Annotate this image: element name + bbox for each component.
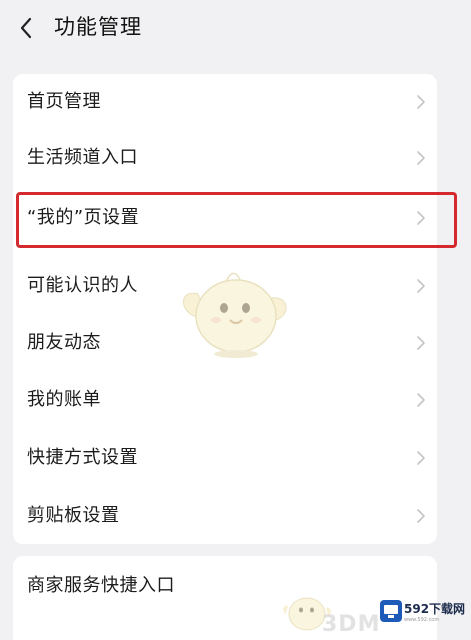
header-bar: 功能管理 bbox=[0, 0, 471, 56]
list-item-label: 快捷方式设置 bbox=[27, 447, 138, 468]
chevron-right-icon bbox=[417, 151, 425, 165]
list-item-my-page-settings[interactable]: “我的”页设置 bbox=[13, 190, 437, 246]
chevron-right-icon bbox=[417, 451, 425, 465]
list-item-my-bills[interactable]: 我的账单 bbox=[13, 372, 437, 428]
list-item-shortcut-settings[interactable]: 快捷方式设置 bbox=[13, 430, 437, 486]
list-item-merchant-service-shortcut[interactable]: 商家服务快捷入口 bbox=[13, 558, 437, 614]
list-item-label: 可能认识的人 bbox=[27, 275, 138, 296]
list-item-clipboard-settings[interactable]: 剪贴板设置 bbox=[13, 488, 437, 544]
chevron-right-icon bbox=[417, 279, 425, 293]
list-item-people-you-may-know[interactable]: 可能认识的人 bbox=[13, 258, 437, 314]
list-item-label: 生活频道入口 bbox=[27, 147, 138, 168]
list-item-label: 剪贴板设置 bbox=[27, 505, 120, 526]
chevron-right-icon bbox=[417, 95, 425, 109]
list-item-life-channel-entry[interactable]: 生活频道入口 bbox=[13, 130, 437, 186]
chevron-right-icon bbox=[417, 393, 425, 407]
list-item-label: 首页管理 bbox=[27, 91, 101, 112]
list-item-label: 我的账单 bbox=[27, 389, 101, 410]
feature-list-card: 首页管理 生活频道入口 “我的”页设置 可能认识的人 朋友动态 我的账单 快捷方… bbox=[13, 74, 437, 544]
list-item-label: “我的”页设置 bbox=[27, 207, 140, 228]
chevron-right-icon bbox=[417, 336, 425, 350]
list-item-label: 商家服务快捷入口 bbox=[27, 575, 175, 596]
chevron-right-icon bbox=[417, 509, 425, 523]
list-item-friend-updates[interactable]: 朋友动态 bbox=[13, 315, 437, 371]
page-title: 功能管理 bbox=[54, 15, 142, 39]
list-item-label: 朋友动态 bbox=[27, 332, 101, 353]
list-item-homepage-management[interactable]: 首页管理 bbox=[13, 74, 437, 130]
merchant-card: 商家服务快捷入口 bbox=[13, 556, 437, 640]
chevron-left-icon[interactable] bbox=[14, 14, 38, 42]
chevron-right-icon bbox=[417, 211, 425, 225]
